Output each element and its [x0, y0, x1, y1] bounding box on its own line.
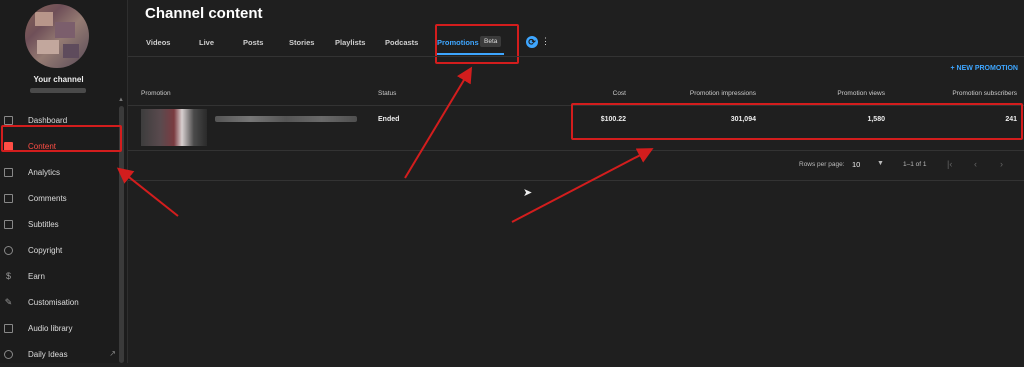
copyright-icon [4, 245, 13, 255]
new-promotion-button[interactable]: + NEW PROMOTION [951, 65, 1018, 72]
content-tabs: Videos Live Posts Stories Playlists Podc… [128, 29, 1024, 56]
sidebar-item-label: Comments [28, 193, 67, 203]
promotion-title-blurred [215, 116, 357, 122]
annotation-highlight-metrics [571, 103, 1023, 140]
daily-ideas-icon [4, 349, 13, 359]
sidebar-item-label: Customisation [28, 297, 79, 307]
tab-playlists[interactable]: Playlists [335, 38, 365, 47]
column-header-cost[interactable]: Cost [613, 90, 626, 97]
more-vert-icon[interactable]: ⋮ [541, 35, 550, 47]
sidebar: Your channel ▲ Dashboard Content Analyti… [0, 0, 128, 363]
scroll-up-icon[interactable]: ▲ [118, 97, 124, 103]
sidebar-item-label: Copyright [28, 245, 63, 255]
column-header-views[interactable]: Promotion views [837, 90, 885, 97]
annotation-highlight-content [1, 125, 122, 152]
comments-icon [4, 193, 13, 203]
external-link-icon: ↗ [109, 349, 116, 358]
sidebar-item-audio-library[interactable]: Audio library [0, 315, 122, 341]
sidebar-item-label: Dashboard [28, 115, 68, 125]
channel-name: Your channel [33, 75, 84, 84]
sidebar-item-label: Earn [28, 271, 45, 281]
dashboard-icon [4, 115, 13, 125]
tab-live[interactable]: Live [199, 38, 214, 47]
sidebar-item-daily-ideas[interactable]: Daily Ideas ↗ [0, 341, 122, 367]
sidebar-item-copyright[interactable]: Copyright [0, 237, 122, 263]
next-page-icon[interactable]: › [1000, 159, 1003, 169]
prev-page-icon[interactable]: ‹ [974, 159, 977, 169]
tab-posts[interactable]: Posts [243, 38, 263, 47]
tab-videos[interactable]: Videos [146, 38, 170, 47]
tab-podcasts[interactable]: Podcasts [385, 38, 418, 47]
annotation-highlight-promotions [435, 24, 519, 64]
sidebar-item-customisation[interactable]: ✎ Customisation [0, 289, 122, 315]
column-header-subscribers[interactable]: Promotion subscribers [952, 90, 1017, 97]
earn-icon: $ [5, 270, 11, 281]
sidebar-item-analytics[interactable]: Analytics [0, 159, 122, 185]
pagination-range: 1–1 of 1 [903, 161, 927, 168]
rows-per-page-label: Rows per page: [799, 161, 845, 168]
tabs-divider [128, 56, 1024, 57]
tab-stories[interactable]: Stories [289, 38, 314, 47]
channel-avatar[interactable] [25, 4, 89, 68]
rows-per-page-select[interactable]: 10 [852, 160, 860, 169]
sidebar-item-earn[interactable]: $ Earn [0, 263, 122, 289]
pagination-bar: Rows per page: 10 ▼ 1–1 of 1 |‹ ‹ › [128, 150, 1024, 181]
sidebar-item-comments[interactable]: Comments [0, 185, 122, 211]
dropdown-caret-icon[interactable]: ▼ [877, 160, 884, 167]
sidebar-item-label: Audio library [28, 323, 73, 333]
audio-library-icon [4, 323, 13, 333]
column-header-impressions[interactable]: Promotion impressions [690, 90, 756, 97]
promotion-thumbnail-blurred[interactable] [141, 109, 207, 146]
sidebar-item-subtitles[interactable]: Subtitles [0, 211, 122, 237]
sidebar-item-label: Daily Ideas [28, 349, 68, 359]
sidebar-item-label: Subtitles [28, 219, 59, 229]
column-header-status[interactable]: Status [378, 90, 396, 97]
status-cell: Ended [378, 116, 400, 123]
sync-icon[interactable]: ⟳ [526, 36, 538, 48]
main-content: Channel content Videos Live Posts Storie… [128, 0, 1024, 363]
mouse-cursor-icon: ➤ [523, 187, 533, 199]
analytics-icon [4, 167, 13, 177]
channel-handle-blurred [30, 88, 86, 93]
first-page-icon[interactable]: |‹ [947, 159, 952, 169]
customisation-icon: ✎ [4, 296, 13, 307]
column-header-promotion[interactable]: Promotion [141, 90, 171, 97]
sidebar-item-label: Analytics [28, 167, 61, 177]
page-title: Channel content [145, 5, 263, 22]
subtitles-icon [4, 219, 13, 229]
